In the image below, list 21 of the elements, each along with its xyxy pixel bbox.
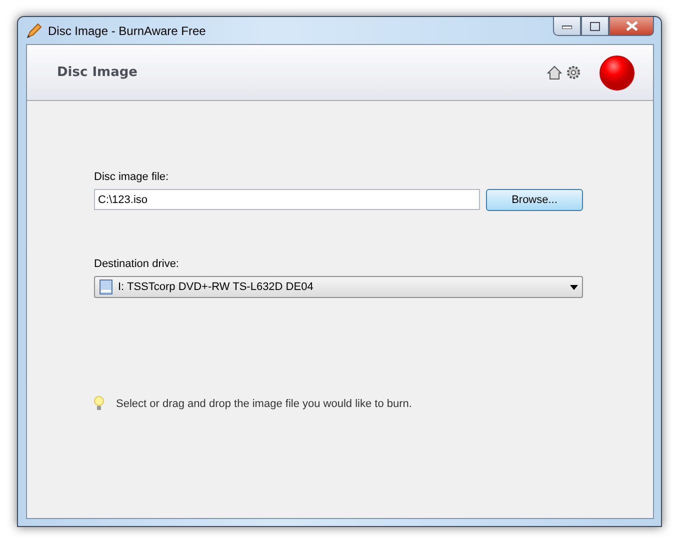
maximize-icon <box>590 22 600 30</box>
lightbulb-icon <box>94 396 104 411</box>
minimize-icon <box>562 23 572 29</box>
image-file-field[interactable]: C:\123.iso <box>94 189 480 210</box>
page-title: Disc Image <box>57 65 138 80</box>
minimize-button[interactable] <box>553 17 581 36</box>
close-icon <box>626 21 638 31</box>
browse-button[interactable]: Browse... <box>486 189 583 211</box>
field-label: Disc image file: <box>94 171 170 183</box>
settings-icon[interactable] <box>566 65 581 80</box>
field-label: Destination drive: <box>94 258 180 270</box>
home-icon[interactable] <box>547 65 562 80</box>
hint-text: Select or drag and drop the image file you would like to burn. <box>116 398 412 410</box>
window-title: Disc Image - BurnAware Free <box>48 24 207 38</box>
pencil-icon <box>26 22 42 38</box>
burn-button[interactable] <box>599 54 635 90</box>
close-button[interactable] <box>609 17 654 36</box>
maximize-button[interactable] <box>581 17 609 36</box>
drive-icon <box>99 279 113 295</box>
dropdown-arrow-icon <box>570 284 578 290</box>
drive-dropdown[interactable]: I: TSSTcorp DVD+-RW TS-L632D DE04 <box>94 276 583 298</box>
